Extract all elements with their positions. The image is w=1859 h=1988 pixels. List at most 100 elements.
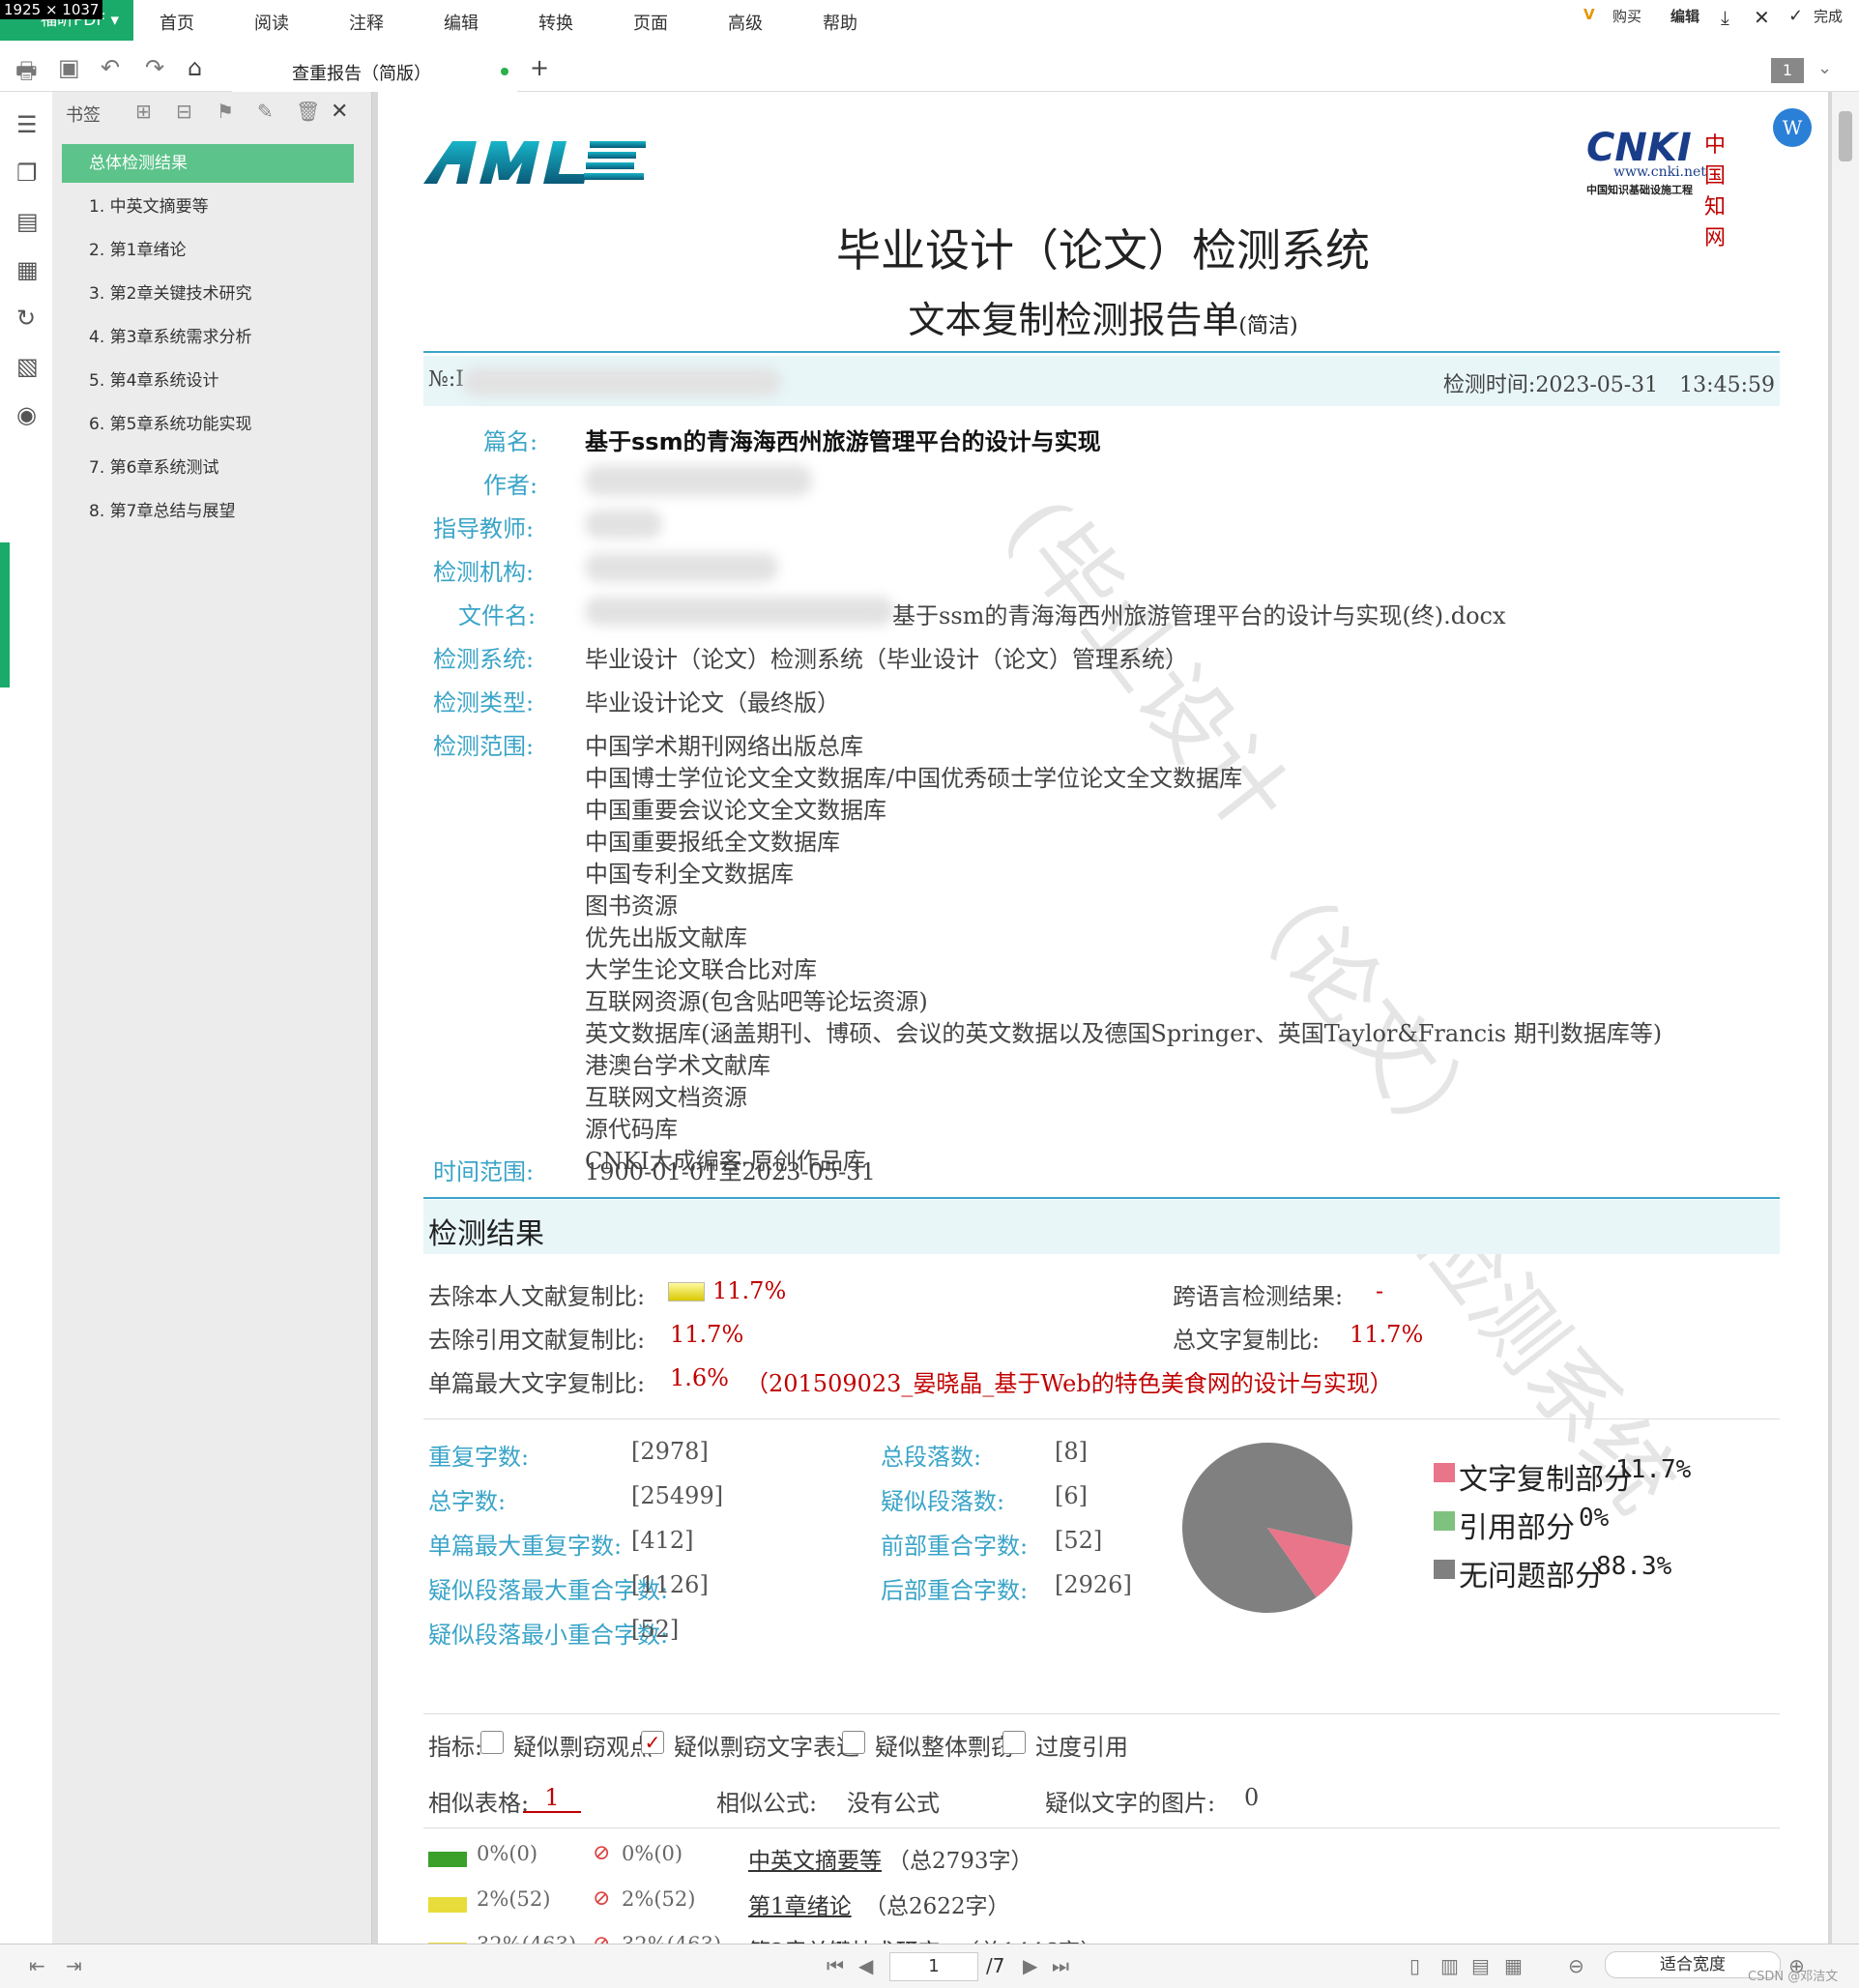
similar-formula-value: 没有公式	[847, 1790, 940, 1817]
stat-label: 重复字数:	[428, 1444, 530, 1471]
watermark-text: （论文）	[1211, 839, 1513, 1184]
delete-icon[interactable]: 🗑	[296, 100, 320, 123]
indicator-label: 疑似整体剽窃	[875, 1734, 1014, 1761]
redo-icon[interactable]: ↷	[145, 54, 164, 81]
stat-value: [412]	[631, 1527, 694, 1554]
stat-value: [1126]	[631, 1571, 709, 1598]
section-pct: 2%(52)	[477, 1887, 551, 1911]
zoom-out-icon[interactable]: ⊖	[1568, 1954, 1584, 1977]
save-icon[interactable]: ▣	[58, 54, 80, 81]
first-page-icon[interactable]: ⏮	[827, 1954, 844, 1977]
undo-icon[interactable]: ↶	[101, 54, 120, 81]
bookmark-item[interactable]: 3. 第2章关键技术研究	[62, 275, 354, 313]
cover-view-icon[interactable]: ▦	[1504, 1954, 1523, 1977]
scroll-thumb[interactable]	[1839, 111, 1852, 161]
panel-toggle-handle[interactable]	[0, 542, 10, 687]
stat-label: 总段落数:	[881, 1444, 982, 1471]
next-page-icon[interactable]: ▶	[1023, 1954, 1037, 1977]
menu-page[interactable]: 页面	[633, 10, 668, 35]
cnki-logo: CNKI 中国知网 www.cnki.net 中国知识基础设施工程	[1586, 126, 1746, 250]
menu-home[interactable]: 首页	[160, 10, 194, 35]
section-link[interactable]: 中英文摘要等	[748, 1842, 882, 1875]
r1-bar	[668, 1282, 705, 1301]
close-panel-icon[interactable]: ✕	[331, 100, 348, 124]
refresh-icon[interactable]: ↻	[16, 305, 36, 332]
bookmark-item[interactable]: 2. 第1章绪论	[62, 231, 354, 270]
stat-value: [2978]	[631, 1438, 709, 1465]
page-number-input[interactable]: 1	[889, 1952, 978, 1981]
menu-advanced[interactable]: 高级	[728, 10, 763, 35]
cnki-slogan: 中国知识基础设施工程	[1586, 184, 1693, 196]
close-icon[interactable]: ✕	[1754, 6, 1770, 29]
r2-value: 11.7%	[670, 1321, 744, 1348]
stat-label: 后部重合字数:	[881, 1577, 1029, 1604]
report-meta-row: №:I 检测时间:2023-05-31 13:45:59	[423, 356, 1780, 406]
vip-icon[interactable]: V	[1583, 6, 1595, 23]
new-tab-icon[interactable]: +	[530, 54, 549, 81]
indicators-divider	[423, 1713, 1780, 1714]
bookmark-item[interactable]: 4. 第3章系统需求分析	[62, 318, 354, 357]
vip-buy-button[interactable]: 购买	[1612, 6, 1641, 26]
r1-label: 去除本人文献复制比:	[428, 1283, 646, 1310]
indicator-checkbox[interactable]	[480, 1731, 504, 1754]
edit-button[interactable]: 编辑	[1670, 6, 1699, 26]
chevron-down-icon[interactable]: ⌄	[1817, 58, 1832, 78]
page-badge[interactable]: 1	[1771, 58, 1804, 83]
done-button[interactable]: 完成	[1814, 6, 1843, 26]
bookmark-item[interactable]: 5. 第4章系统设计	[62, 362, 354, 400]
menu-help[interactable]: 帮助	[823, 10, 857, 35]
last-page-icon[interactable]: ⏭	[1052, 1954, 1069, 1977]
indicator-checkbox[interactable]	[842, 1731, 865, 1754]
menu-convert[interactable]: 转换	[538, 10, 573, 35]
check-icon[interactable]: ✓	[1788, 6, 1803, 26]
report-subtitle-small: (简洁)	[1238, 314, 1298, 338]
home-icon[interactable]: ⌂	[188, 54, 202, 81]
single-page-icon[interactable]: ▯	[1409, 1954, 1420, 1977]
collapse-icon[interactable]: ⊟	[176, 100, 192, 123]
stat-value: [52]	[1055, 1527, 1103, 1554]
bookmark-item[interactable]: 7. 第6章系统测试	[62, 449, 354, 487]
comments-icon[interactable]: ▤	[16, 208, 39, 235]
thumbnails-icon[interactable]: ❐	[16, 160, 38, 187]
next-view-icon[interactable]: ⇥	[66, 1954, 82, 1977]
bookmark-item-overall[interactable]: 总体检测结果	[62, 144, 354, 183]
bookmark-item[interactable]: 8. 第7章总结与展望	[62, 492, 354, 531]
section-pct2: 0%(0)	[622, 1842, 683, 1865]
indicator-checkbox[interactable]: ✓	[641, 1731, 664, 1754]
r5-label: 总文字复制比:	[1173, 1327, 1321, 1354]
vertical-scrollbar[interactable]	[1832, 92, 1859, 1944]
translate-icon[interactable]: ▧	[16, 353, 39, 380]
two-page-icon[interactable]: ▥	[1440, 1954, 1459, 1977]
menu-annotate[interactable]: 注释	[349, 10, 384, 35]
report-number: №:I	[428, 367, 464, 392]
indicator-checkbox[interactable]	[1002, 1731, 1026, 1754]
r3-value: 1.6%	[670, 1364, 729, 1391]
expand-icon[interactable]: ⊞	[135, 100, 152, 123]
section-link[interactable]: 第2章关键技术研究	[748, 1933, 941, 1944]
menu-read[interactable]: 阅读	[254, 10, 289, 35]
unsaved-dot-icon	[501, 68, 508, 75]
legend-label: 无问题部分	[1459, 1560, 1604, 1593]
range-item: 港澳台学术文献库	[585, 1052, 770, 1079]
add-bookmark-icon[interactable]: ⚑	[217, 100, 234, 123]
bookmark-list-icon[interactable]: ☰	[16, 111, 38, 138]
record-icon[interactable]: ◉	[16, 401, 37, 428]
print-icon[interactable]: 🖶	[15, 54, 38, 94]
bookmark-item[interactable]: 6. 第5章系统功能实现	[62, 405, 354, 444]
menu-edit[interactable]: 编辑	[444, 10, 479, 35]
word-icon[interactable]: ▦	[16, 256, 39, 283]
range-item: 中国专利全文数据库	[585, 861, 794, 888]
bookmark-edit-icon[interactable]: ✎	[257, 100, 274, 123]
tab-report[interactable]: 查重报告（简版）	[232, 52, 517, 94]
section-flag-icon: ⊘	[593, 1886, 611, 1911]
word-convert-icon[interactable]: W	[1773, 108, 1812, 147]
prev-view-icon[interactable]: ⇤	[29, 1954, 45, 1977]
document-viewer[interactable]: CNKI 中国知网 www.cnki.net 中国知识基础设施工程 W 毕业设计…	[372, 92, 1832, 1944]
download-icon[interactable]: ⤓	[1721, 6, 1729, 29]
prev-page-icon[interactable]: ◀	[858, 1954, 873, 1977]
bookmark-item[interactable]: 1. 中英文摘要等	[62, 188, 354, 226]
time-range-label: 时间范围:	[433, 1158, 535, 1185]
continuous-icon[interactable]: ▤	[1471, 1954, 1490, 1977]
section-link[interactable]: 第1章绪论	[748, 1887, 852, 1920]
left-icon-strip: ☰ ❐ ▤ ▦ ↻ ▧ ◉	[0, 92, 53, 1944]
